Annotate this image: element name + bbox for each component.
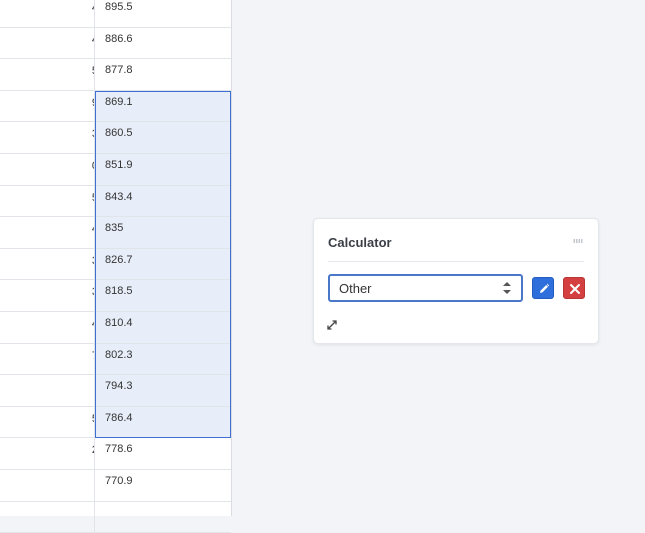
grid-cell[interactable]: 5: [0, 406, 95, 438]
grid-cell[interactable]: 5: [0, 59, 95, 90]
pencil-icon: [540, 283, 550, 293]
grid-cell[interactable]: 786.4: [96, 406, 231, 438]
table-row: 4895.5: [0, 0, 231, 28]
grid-cell[interactable]: 3: [0, 248, 95, 280]
delete-button[interactable]: [563, 277, 585, 299]
table-row: 5786.4: [0, 406, 231, 439]
grid-cell[interactable]: 877.8: [96, 59, 231, 90]
grid-cell[interactable]: [96, 502, 231, 533]
table-row: 4810.4: [0, 312, 231, 344]
table-row: 4835: [0, 217, 231, 249]
grid-cell[interactable]: 2: [0, 438, 95, 469]
grid-cell[interactable]: 5: [0, 185, 95, 217]
table-row: 770.9: [0, 470, 231, 502]
cell-value: 3: [92, 128, 94, 140]
grid-cell[interactable]: 826.7: [96, 248, 231, 280]
table-row: 794.3: [0, 375, 231, 407]
select-value: Other: [339, 281, 372, 296]
cell-value: 4: [92, 2, 94, 14]
grid-cell[interactable]: 851.9: [96, 154, 231, 185]
cell-value: 5: [92, 413, 94, 425]
grid-cell[interactable]: 778.6: [96, 438, 231, 469]
cell-value: 0: [92, 160, 94, 172]
table-row: 7802.3: [0, 343, 231, 376]
grid-cell[interactable]: 9: [0, 90, 95, 122]
cell-value: 2: [92, 444, 94, 456]
grid-cell[interactable]: 818.5: [96, 280, 231, 311]
divider: [328, 261, 584, 262]
cell-value: 3: [92, 255, 94, 267]
grid-cell[interactable]: 3: [0, 280, 95, 311]
table-row: 3826.7: [0, 248, 231, 281]
grid-cell[interactable]: [0, 470, 95, 501]
close-icon: [570, 284, 580, 294]
grid-cell[interactable]: [0, 501, 95, 533]
grid-cell[interactable]: 802.3: [96, 343, 231, 375]
grid-cell[interactable]: 843.4: [96, 185, 231, 217]
edit-button[interactable]: [532, 277, 554, 299]
calculation-type-select[interactable]: Other: [328, 274, 523, 302]
grid-cell[interactable]: 4: [0, 0, 95, 27]
cell-value: 4: [92, 318, 94, 330]
table-row: [0, 501, 231, 533]
table-row: 9869.1: [0, 90, 231, 123]
grid-cell[interactable]: 886.6: [96, 28, 231, 59]
grid-cell[interactable]: 770.9: [96, 470, 231, 501]
cell-value: 3: [92, 286, 94, 298]
grid-cell[interactable]: 4: [0, 312, 95, 343]
cell-value: 9: [92, 97, 94, 109]
drag-handle-icon[interactable]: [573, 239, 583, 243]
table-row: 2778.6: [0, 438, 231, 470]
table-row: 3818.5: [0, 280, 231, 312]
data-grid: 4895.54886.65877.89869.13860.50851.95843…: [0, 0, 232, 533]
grid-cell[interactable]: 4: [0, 217, 95, 248]
cell-value: 5: [92, 192, 94, 204]
expand-icon[interactable]: [326, 319, 338, 331]
select-arrows-icon: [503, 282, 511, 294]
table-row: 5843.4: [0, 185, 231, 218]
cell-value: 4: [92, 34, 94, 46]
calculator-title: Calculator: [328, 235, 392, 250]
cell-value: 7: [92, 350, 94, 362]
table-row: 5877.8: [0, 59, 231, 91]
grid-cell[interactable]: 835: [96, 217, 231, 248]
table-row: 4886.6: [0, 27, 231, 60]
grid-cell[interactable]: 7: [0, 343, 95, 375]
grid-cell[interactable]: 3: [0, 122, 95, 153]
table-row: 0851.9: [0, 154, 231, 186]
grid-cell[interactable]: [0, 375, 95, 406]
table-row: 3860.5: [0, 122, 231, 154]
grid-cell[interactable]: 810.4: [96, 312, 231, 343]
cell-value: 5: [92, 65, 94, 77]
grid-cell[interactable]: 869.1: [96, 90, 231, 122]
calculator-panel: Calculator Other: [313, 218, 599, 344]
grid-cell[interactable]: 4: [0, 27, 95, 59]
grid-cell[interactable]: 794.3: [96, 375, 231, 406]
grid-cell[interactable]: 895.5: [96, 0, 231, 27]
cell-value: 4: [92, 223, 94, 235]
grid-cell[interactable]: 0: [0, 154, 95, 185]
grid-cell[interactable]: 860.5: [96, 122, 231, 153]
